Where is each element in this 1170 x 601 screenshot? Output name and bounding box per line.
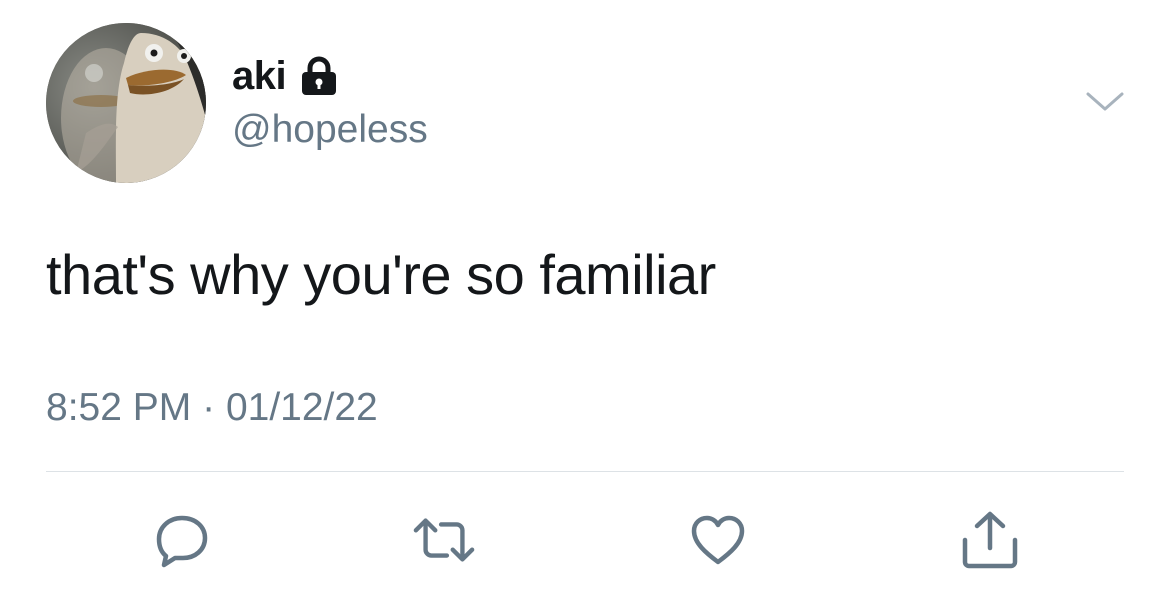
share-icon [962, 511, 1018, 569]
reply-icon [156, 515, 208, 568]
meta-separator: · [202, 386, 216, 429]
tweet-date: 01/12/22 [225, 386, 378, 429]
like-icon [691, 515, 745, 565]
user-handle[interactable]: @hopeless [232, 108, 428, 152]
penguin-avatar-icon [46, 23, 206, 183]
tweet-time: 8:52 PM [46, 386, 192, 429]
retweet-button[interactable] [412, 510, 476, 570]
avatar[interactable] [46, 23, 206, 183]
tweet-card: aki @hopeless that's why you're so famil… [0, 0, 1170, 601]
divider [46, 471, 1124, 472]
author-name-row: aki [232, 52, 338, 100]
tweet-text: that's why you're so familiar [46, 243, 716, 306]
lock-icon [300, 56, 338, 96]
tweet-timestamp[interactable]: 8:52 PM · 01/12/22 [46, 386, 378, 430]
display-name[interactable]: aki [232, 54, 287, 99]
chevron-down-icon[interactable] [1082, 86, 1128, 116]
like-button[interactable] [686, 510, 750, 570]
share-button[interactable] [958, 510, 1022, 570]
retweet-icon [413, 518, 475, 562]
reply-button[interactable] [150, 510, 214, 570]
